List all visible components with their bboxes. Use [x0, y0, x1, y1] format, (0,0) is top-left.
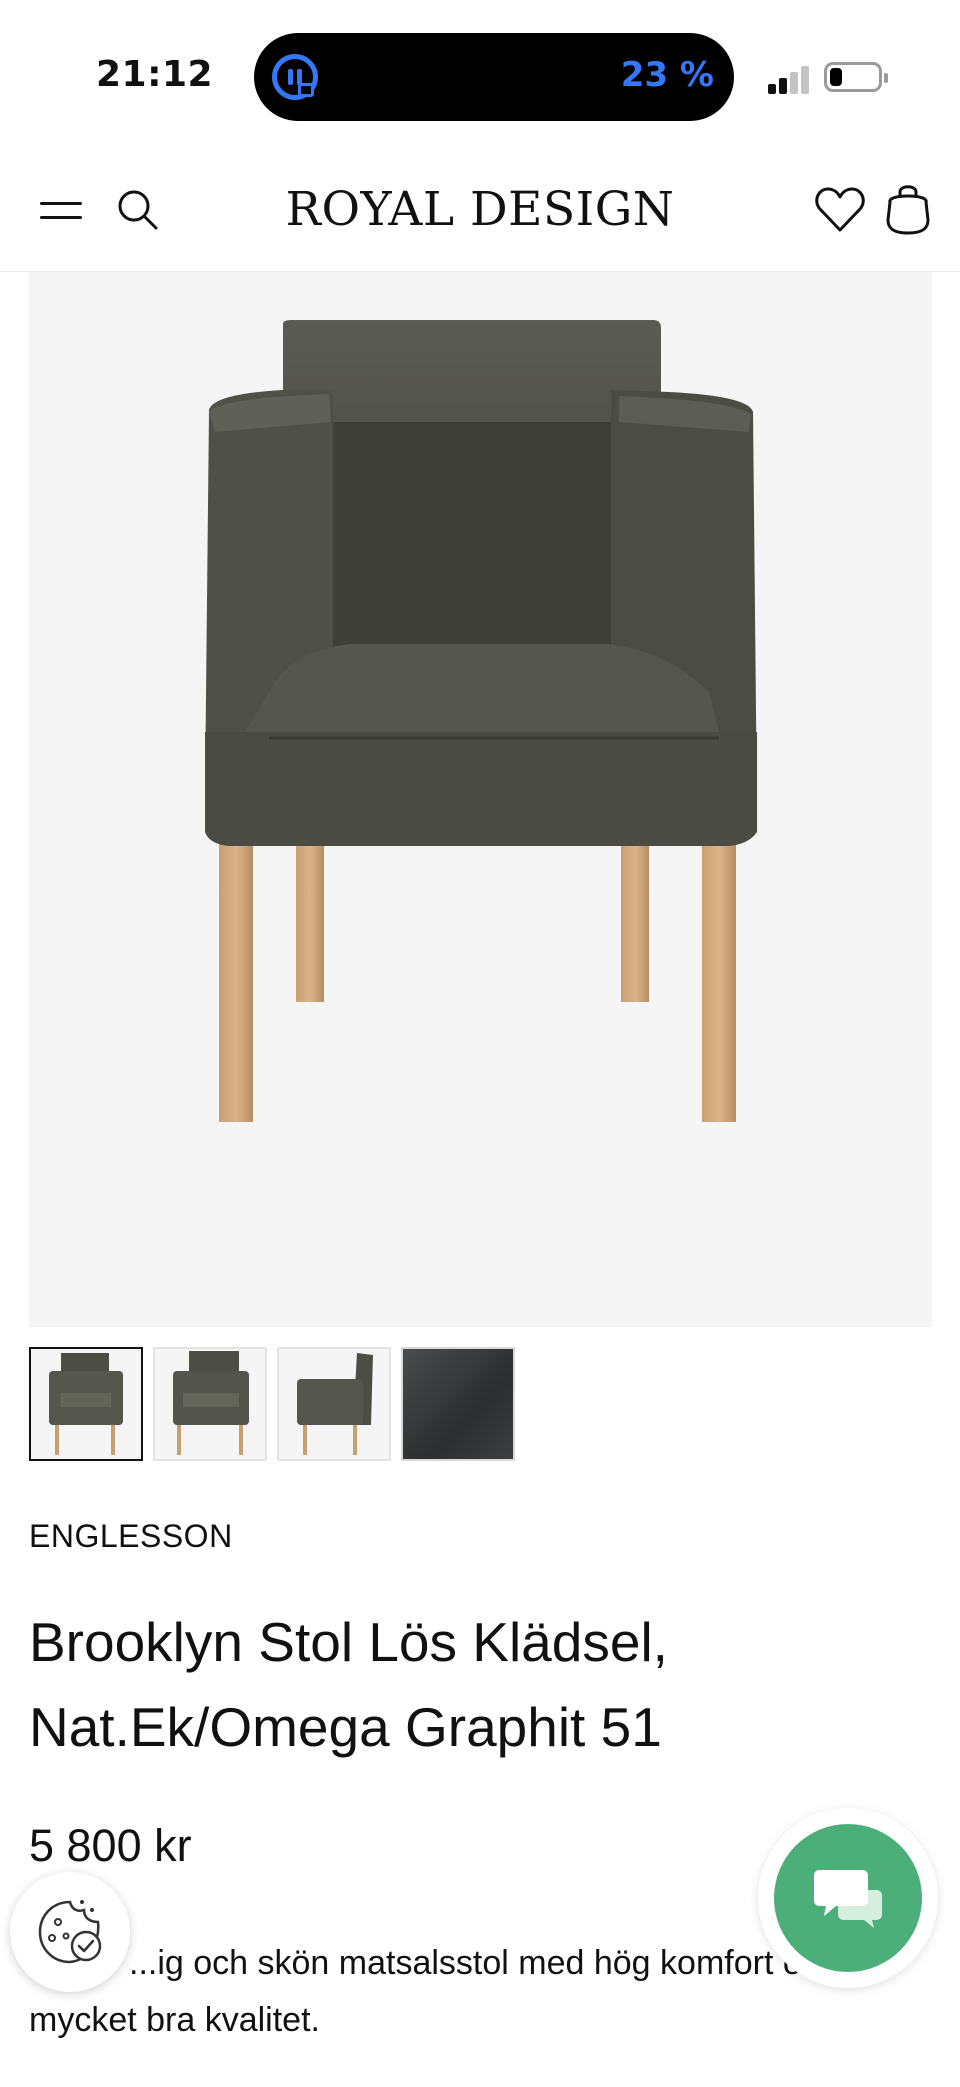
cellular-signal-icon — [768, 64, 810, 94]
chat-button-container — [758, 1808, 938, 1988]
armchair-front-thumb-icon — [49, 1353, 123, 1455]
armchair-side-thumb-icon — [297, 1353, 373, 1455]
thumbnail-side[interactable] — [277, 1347, 391, 1461]
product-description: ...ig och skön matsalsstol med hög komfo… — [29, 1935, 829, 2049]
status-bar: 21:12 23 % — [0, 0, 960, 150]
thumbnail-strip — [29, 1347, 515, 1461]
charging-plug-icon — [298, 83, 314, 97]
product-title: Brooklyn Stol Lös Klädsel, Nat.Ek/Omega … — [29, 1611, 668, 1758]
armchair-angle-thumb-icon — [173, 1351, 249, 1455]
cookie-settings-button[interactable] — [10, 1872, 130, 1992]
product-main-image[interactable] — [29, 272, 932, 1327]
chat-button[interactable] — [774, 1824, 922, 1972]
dynamic-island[interactable]: 23 % — [254, 33, 734, 121]
description-line-1: ...ig och skön matsalsstol med hög komfo… — [129, 1944, 802, 1982]
chat-icon — [814, 1870, 882, 1928]
thumbnail-angle[interactable] — [153, 1347, 267, 1461]
product-price: 5 800 kr — [29, 1820, 192, 1871]
thumbnail-front[interactable] — [29, 1347, 143, 1461]
battery-level-fill — [830, 68, 842, 86]
battery-percent: 23 % — [620, 55, 714, 95]
product-brand[interactable]: ENGLESSON — [29, 1518, 233, 1555]
battery-icon — [824, 62, 888, 92]
description-line-2: mycket bra kvalitet. — [29, 2001, 320, 2039]
thumbnail-fabric-swatch[interactable] — [401, 1347, 515, 1461]
status-time: 21:12 — [96, 54, 214, 95]
armchair-illustration — [205, 320, 757, 1122]
bag-icon[interactable] — [884, 180, 932, 236]
heart-icon[interactable] — [814, 184, 866, 236]
site-header: ROYAL DESIGN — [0, 150, 960, 272]
cookie-icon — [38, 1900, 102, 1964]
